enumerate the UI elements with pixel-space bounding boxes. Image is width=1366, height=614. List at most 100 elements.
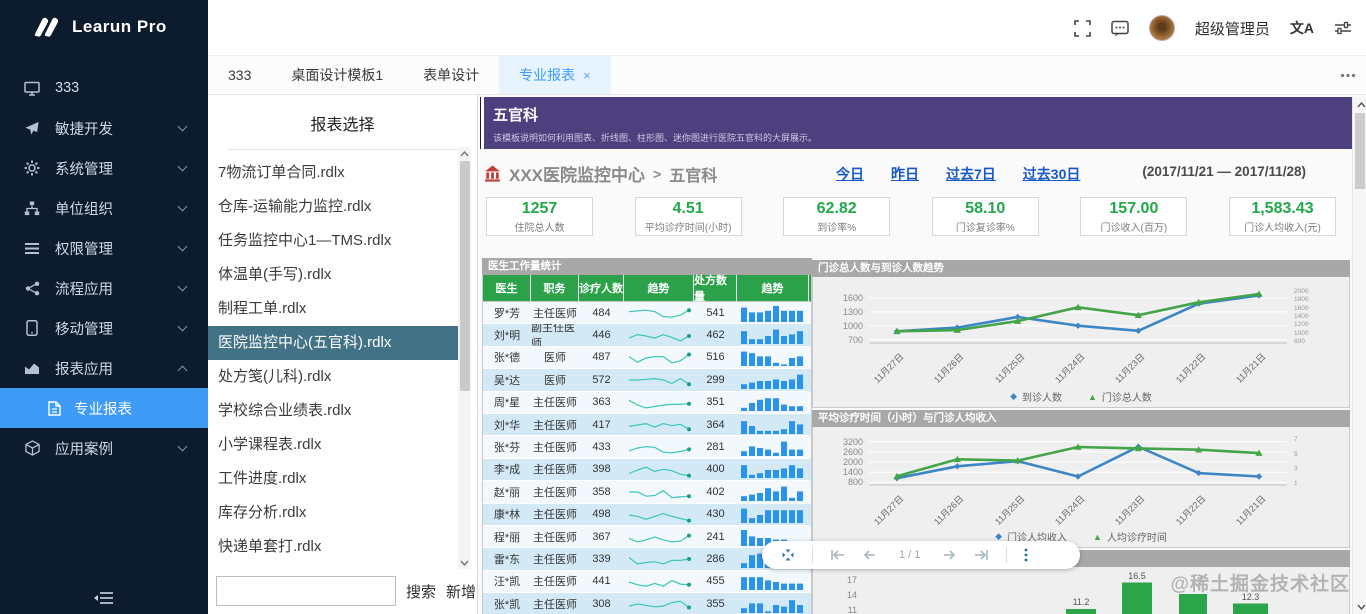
tabs-more-icon[interactable]: [1340, 56, 1356, 95]
scroll-up-icon[interactable]: [1355, 98, 1366, 111]
tab-表单设计[interactable]: 表单设计: [403, 56, 499, 94]
sidebar-item-label: 系统管理: [55, 158, 113, 179]
first-page-icon[interactable]: [821, 549, 854, 561]
report-item[interactable]: 仓库-运输能力监控.rdlx: [208, 190, 458, 224]
table-row: 康*林主任医师498430: [482, 504, 812, 526]
sidebar-collapse-button[interactable]: [0, 590, 208, 606]
date-link-过去7日[interactable]: 过去7日: [946, 164, 996, 184]
scroll-down-icon[interactable]: [1355, 600, 1366, 613]
sidebar-item-agile-dev[interactable]: 敏捷开发: [0, 108, 208, 148]
scrollbar-thumb[interactable]: [460, 161, 470, 391]
sidebar-item-mobile-mgmt[interactable]: 移动管理: [0, 308, 208, 348]
dashboard-section: 五官科: [669, 162, 717, 186]
language-icon[interactable]: 文A: [1290, 18, 1314, 38]
report-search-input[interactable]: [216, 576, 396, 606]
report-item[interactable]: 7物流订单合同.rdlx: [208, 156, 458, 190]
trend-sparkline: [624, 526, 694, 548]
pager-more-icon[interactable]: [1015, 548, 1037, 562]
sidebar-subitem-pro-report[interactable]: 专业报表: [0, 388, 208, 428]
sidebar: Learun Pro 333敏捷开发系统管理单位组织权限管理流程应用移动管理报表…: [0, 0, 208, 614]
date-link-昨日[interactable]: 昨日: [891, 164, 919, 184]
table-header: 医生职务诊疗人数趋势处方数量趋势: [482, 275, 812, 302]
sidebar-item-label: 移动管理: [55, 318, 113, 339]
bar-value-label: 11.2: [1073, 597, 1090, 607]
report-item[interactable]: 体温单(手写).rdlx: [208, 258, 458, 292]
sidebar-item-333[interactable]: 333: [0, 68, 208, 108]
trend-sparkline: [624, 369, 694, 391]
column-header: 处方数量: [694, 275, 737, 301]
table-cell: 430: [694, 504, 737, 526]
kpi-value: 1257: [487, 200, 592, 218]
date-link-今日[interactable]: 今日: [836, 164, 864, 184]
tab-close-icon[interactable]: ×: [583, 68, 591, 83]
sidebar-item-app-cases[interactable]: 应用案例: [0, 428, 208, 468]
table-title: 医生工作量统计: [482, 258, 812, 275]
prev-page-icon[interactable]: [854, 549, 885, 561]
table-cell: 汪*凯: [483, 571, 531, 593]
chevron-down-icon: [178, 242, 188, 252]
trend-sparkline: [624, 459, 694, 481]
sidebar-item-org-unit[interactable]: 单位组织: [0, 188, 208, 228]
pan-move-icon[interactable]: [772, 548, 804, 562]
message-icon[interactable]: [1111, 20, 1129, 37]
scroll-down-icon[interactable]: [458, 556, 471, 569]
table-cell: 572: [579, 369, 624, 391]
trend-minibars: [737, 347, 809, 369]
tab-333[interactable]: 333: [208, 56, 271, 94]
plane-icon: [23, 121, 41, 136]
y2-axis-tick: 1600: [1294, 305, 1308, 312]
next-page-icon[interactable]: [934, 549, 965, 561]
date-link-过去30日[interactable]: 过去30日: [1023, 164, 1081, 184]
last-page-icon[interactable]: [965, 549, 998, 561]
table-cell: 355: [694, 593, 737, 614]
report-item[interactable]: 工件进度.rdlx: [208, 462, 458, 496]
user-avatar[interactable]: [1149, 15, 1175, 41]
sidebar-item-report-app[interactable]: 报表应用: [0, 348, 208, 388]
table-cell: 医师: [531, 369, 579, 391]
y-axis-tick: 2600: [819, 447, 863, 457]
report-item[interactable]: 学校综合业绩表.rdlx: [208, 394, 458, 428]
tab-桌面设计模板1[interactable]: 桌面设计模板1: [271, 56, 403, 94]
sidebar-item-workflow-app[interactable]: 流程应用: [0, 268, 208, 308]
y-axis-tick: 2000: [819, 457, 863, 467]
tab-专业报表[interactable]: 专业报表×: [499, 56, 611, 94]
y2-axis-tick: 1200: [1294, 321, 1308, 328]
table-cell: 张*凯: [483, 593, 531, 614]
sidebar-item-permission-mgmt[interactable]: 权限管理: [0, 228, 208, 268]
chevron-down-icon: [178, 122, 188, 132]
main-scrollbar[interactable]: [1352, 97, 1366, 614]
column-header: 诊疗人数: [579, 275, 624, 301]
table-cell: 286: [694, 548, 737, 570]
trend-minibars: [737, 414, 809, 436]
add-report-button[interactable]: 新增: [446, 581, 476, 602]
y2-axis-tick: 3: [1294, 465, 1298, 472]
report-list-scrollbar[interactable]: [458, 147, 471, 569]
table-row: 罗*芳主任医师484541: [482, 302, 812, 324]
search-button[interactable]: 搜索: [406, 581, 436, 602]
report-item[interactable]: 处方笺(儿科).rdlx: [208, 360, 458, 394]
fullscreen-icon[interactable]: [1074, 20, 1091, 37]
trend-minibars: [737, 302, 809, 324]
report-item[interactable]: 库存分析.rdlx: [208, 496, 458, 530]
table-cell: 308: [579, 593, 624, 614]
app-logo: Learun Pro: [0, 0, 208, 50]
kpi-label: 到诊率%: [784, 219, 889, 234]
dashboard-title: XXX医院监控中心: [509, 161, 645, 186]
sidebar-item-label: 应用案例: [55, 438, 113, 459]
report-item[interactable]: 任务监控中心1—TMS.rdlx: [208, 224, 458, 258]
kpi-label: 门诊人均收入(元): [1230, 219, 1335, 234]
user-name[interactable]: 超级管理员: [1195, 18, 1270, 39]
sidebar-item-system-mgmt[interactable]: 系统管理: [0, 148, 208, 188]
y-axis-tick: 17: [827, 575, 857, 585]
scroll-up-icon[interactable]: [458, 147, 471, 160]
table-body: 罗*芳主任医师484541刘*明副主任医师446462张*德医师487516吴*…: [482, 302, 812, 614]
chart-title: 门诊总人数与到诊人数趋势: [812, 260, 1350, 277]
report-item[interactable]: 快递单套打.rdlx: [208, 530, 458, 564]
hospital-icon: [484, 165, 501, 182]
report-item[interactable]: 小学课程表.rdlx: [208, 428, 458, 462]
settings-sliders-icon[interactable]: [1334, 20, 1352, 36]
report-item[interactable]: 制程工单.rdlx: [208, 292, 458, 326]
report-item[interactable]: 医院监控中心(五官科).rdlx: [208, 326, 458, 360]
sidebar-item-label: 单位组织: [55, 198, 113, 219]
scrollbar-thumb[interactable]: [1355, 113, 1365, 189]
